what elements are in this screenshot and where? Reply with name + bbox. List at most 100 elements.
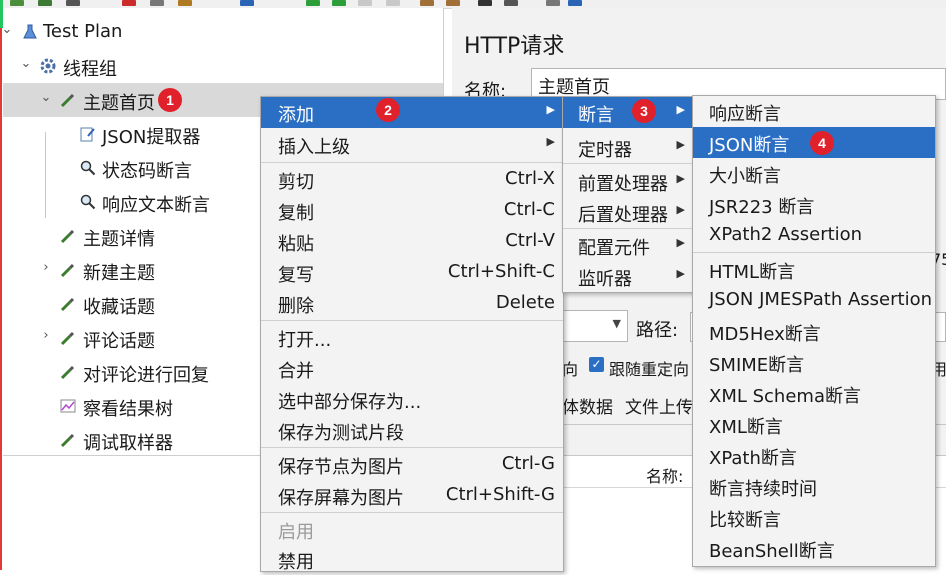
menu-item-insert-parent[interactable]: 插入上级 ▶ <box>261 129 563 160</box>
submenu-item-timer[interactable]: 定时器 ▶ <box>563 132 693 163</box>
reset-search-icon[interactable] <box>504 0 518 6</box>
menu-item-label: 添加 <box>278 105 314 126</box>
menu-item-label: JSON JMESPath Assertion <box>709 289 933 310</box>
menu-item-label: 配置元件 <box>578 238 650 259</box>
submenu-item-pre-processor[interactable]: 前置处理器 ▶ <box>563 166 693 197</box>
menu-item-label: MD5Hex断言 <box>709 324 821 345</box>
expand-icon[interactable] <box>240 0 254 6</box>
menu-item-label: JSON断言 <box>709 135 790 156</box>
menu-item-save-selection-as[interactable]: 选中部分保存为... <box>261 384 563 415</box>
chevron-right-icon[interactable]: › <box>39 261 53 275</box>
document-edit-icon <box>79 125 97 143</box>
tree-node-thread-group[interactable]: ⌄ 线程组 <box>3 49 443 83</box>
menu-item-label: 后置处理器 <box>578 205 668 226</box>
menu-item-label: 前置处理器 <box>578 174 668 195</box>
menu-item-disable[interactable]: 禁用 <box>261 544 563 575</box>
tree-node-label: 对评论进行回复 <box>83 365 209 386</box>
magnifier-icon <box>79 193 97 211</box>
menu-item-merge[interactable]: 合并 <box>261 353 563 384</box>
chevron-right-icon: ▶ <box>676 203 685 216</box>
chevron-down-icon: ▼ <box>612 317 621 330</box>
menu-item-add[interactable]: 添加 ▶ <box>261 97 563 128</box>
tree-node-label: 状态码断言 <box>102 161 192 182</box>
menu-item-open[interactable]: 打开... <box>261 322 563 353</box>
cut-icon[interactable] <box>122 0 136 6</box>
submenu-item-xml-assertion[interactable]: XML断言 <box>693 409 935 440</box>
menu-divider <box>261 447 563 448</box>
tree-node-test-plan[interactable]: ⌄ Test Plan <box>0 15 443 49</box>
menu-item-label: 保存为测试片段 <box>278 423 404 444</box>
menu-shortcut: Ctrl+Shift-C <box>447 261 555 282</box>
stop-icon[interactable] <box>358 0 372 6</box>
pipette-icon <box>59 91 77 109</box>
clear-icon[interactable] <box>420 0 434 6</box>
step-badge-2: 2 <box>376 98 400 122</box>
start-icon[interactable] <box>306 0 320 6</box>
chevron-right-icon[interactable]: › <box>39 329 53 343</box>
submenu-item-xpath-assertion[interactable]: XPath断言 <box>693 440 935 471</box>
menu-item-label: XML断言 <box>709 417 783 438</box>
menu-divider <box>693 252 935 253</box>
magnifier-icon <box>79 159 97 177</box>
submenu-item-assertions[interactable]: 断言 ▶ <box>563 97 693 128</box>
menu-item-delete[interactable]: 删除 Delete <box>261 288 563 319</box>
menu-item-save-screen-as-image[interactable]: 保存屏幕为图片 Ctrl+Shift-G <box>261 480 563 511</box>
tree-node-label: 收藏话题 <box>83 297 155 318</box>
help-icon[interactable] <box>568 0 582 6</box>
menu-item-save-as-test-fragment[interactable]: 保存为测试片段 <box>261 415 563 446</box>
menu-item-duplicate[interactable]: 复写 Ctrl+Shift-C <box>261 257 563 288</box>
menu-item-label: 监听器 <box>578 269 632 290</box>
submenu-item-md5hex-assertion[interactable]: MD5Hex断言 <box>693 316 935 347</box>
submenu-item-beanshell-assertion[interactable]: BeanShell断言 <box>693 533 935 564</box>
paste-icon[interactable] <box>178 0 192 6</box>
submenu-item-xml-schema-assertion[interactable]: XML Schema断言 <box>693 378 935 409</box>
pipette-icon <box>59 363 77 381</box>
submenu-item-compare-assertion[interactable]: 比较断言 <box>693 502 935 533</box>
menu-divider <box>261 320 563 321</box>
submenu-item-html-assertion[interactable]: HTML断言 <box>693 254 935 285</box>
submenu-item-config-element[interactable]: 配置元件 ▶ <box>563 230 693 261</box>
search-icon[interactable] <box>478 0 492 6</box>
chevron-down-icon[interactable]: ⌄ <box>0 23 14 37</box>
template-icon[interactable] <box>38 0 52 6</box>
menu-item-paste[interactable]: 粘贴 Ctrl-V <box>261 226 563 257</box>
submenu-item-smime-assertion[interactable]: SMIME断言 <box>693 347 935 378</box>
new-icon[interactable] <box>10 0 24 6</box>
tab-body-data[interactable]: 体数据 <box>562 393 613 418</box>
menu-item-label: 响应断言 <box>709 104 781 125</box>
table-name-header: 名称: <box>646 467 684 486</box>
tree-node-label: 新建主题 <box>83 263 155 284</box>
menu-item-label: 打开... <box>278 330 332 351</box>
menu-item-copy[interactable]: 复制 Ctrl-C <box>261 195 563 226</box>
pipette-icon <box>59 431 77 449</box>
submenu-item-jsr223-assertion[interactable]: JSR223 断言 <box>693 189 935 220</box>
submenu-item-listener[interactable]: 监听器 ▶ <box>563 261 693 292</box>
submenu-item-json-jmespath-assertion[interactable]: JSON JMESPath Assertion <box>693 285 935 316</box>
start-no-pause-icon[interactable] <box>332 0 346 6</box>
pipette-icon <box>59 295 77 313</box>
shutdown-icon[interactable] <box>386 0 400 6</box>
menu-item-save-node-as-image[interactable]: 保存节点为图片 Ctrl-G <box>261 449 563 480</box>
menu-item-label: 粘贴 <box>278 234 314 255</box>
menu-item-label: SMIME断言 <box>709 355 805 376</box>
assertion-submenu: 响应断言 JSON断言 大小断言 JSR223 断言 XPath2 Assert… <box>692 95 936 567</box>
copy-icon[interactable] <box>150 0 164 6</box>
tree-node-label: Test Plan <box>43 21 123 42</box>
tree-node-label: 调试取样器 <box>83 433 173 454</box>
chevron-down-icon[interactable]: ⌄ <box>19 57 33 71</box>
clear-all-icon[interactable] <box>446 0 460 6</box>
open-icon[interactable] <box>66 0 80 6</box>
submenu-item-post-processor[interactable]: 后置处理器 ▶ <box>563 197 693 228</box>
menu-item-label: XPath2 Assertion <box>709 224 863 245</box>
protocol-select[interactable]: ▼ <box>560 310 628 342</box>
submenu-item-duration-assertion[interactable]: 断言持续时间 <box>693 471 935 502</box>
tab-file-upload[interactable]: 文件上传 <box>625 393 693 418</box>
function-helper-icon[interactable] <box>546 0 560 6</box>
submenu-item-xpath2-assertion[interactable]: XPath2 Assertion <box>693 220 935 251</box>
submenu-item-response-assertion[interactable]: 响应断言 <box>693 96 935 127</box>
submenu-item-size-assertion[interactable]: 大小断言 <box>693 158 935 189</box>
chevron-down-icon[interactable]: ⌄ <box>39 91 53 105</box>
gear-icon <box>39 57 57 75</box>
menu-item-cut[interactable]: 剪切 Ctrl-X <box>261 164 563 195</box>
follow-redirects-checkbox[interactable]: ✓ <box>589 357 604 372</box>
